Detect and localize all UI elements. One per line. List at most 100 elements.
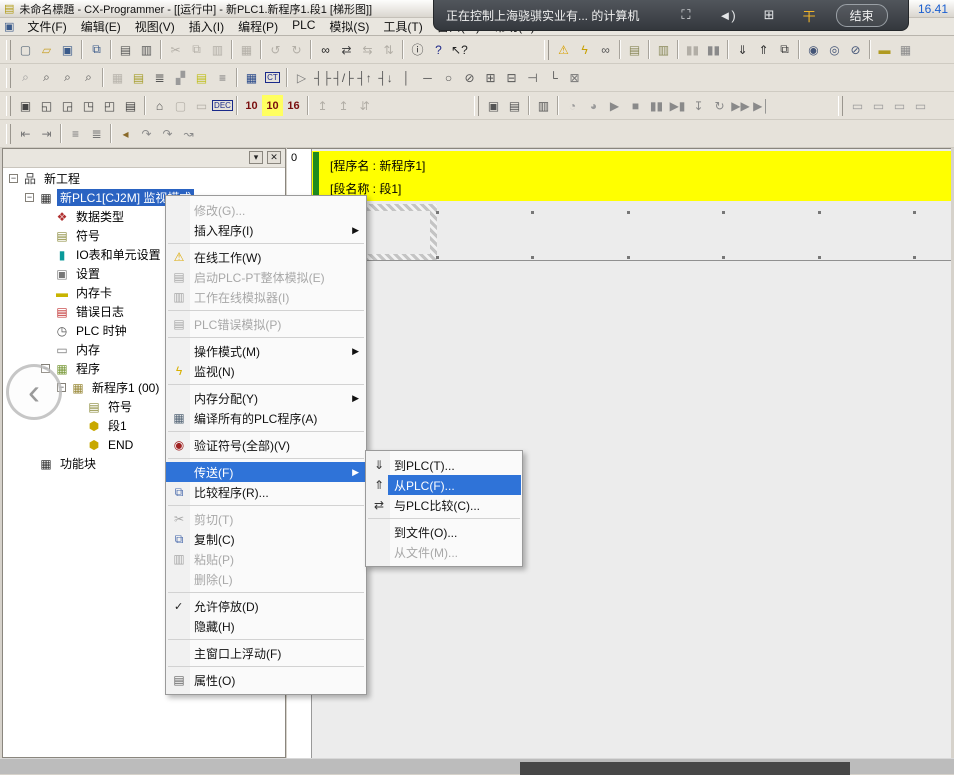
coil-button[interactable]: ○ (438, 67, 459, 88)
redo-button[interactable]: ↻ (286, 39, 307, 60)
monitor-signed-dec-10-button[interactable]: 10 (262, 95, 283, 116)
zoom-fit-button[interactable]: ⌕ (15, 67, 36, 88)
contact-or-no-button[interactable]: ┤↑ (354, 67, 375, 88)
sim-settings-button[interactable]: ▥ (533, 95, 554, 116)
menu-item-to-file[interactable]: 到文件(O)... (366, 522, 522, 542)
menu-item-verify-symbols-all[interactable]: ◉验证符号(全部)(V) (166, 435, 366, 455)
print-preview-button[interactable]: ▥ (136, 39, 157, 60)
toolbar-handle[interactable] (474, 96, 479, 116)
rung-wrap-button[interactable]: ≡ (65, 123, 86, 144)
watch-tab-button[interactable]: ▭ (191, 95, 212, 116)
context-help-button[interactable]: ↖? (449, 39, 470, 60)
grid-toggle-button[interactable]: ▦ (107, 67, 128, 88)
find-button[interactable]: ∞ (315, 39, 336, 60)
delete-line-button[interactable]: ⊠ (564, 67, 585, 88)
local-symbols-button[interactable]: ≣ (149, 67, 170, 88)
sim-pause-button[interactable]: ▮▮ (646, 95, 667, 116)
horizontal-line-button[interactable]: ─ (417, 67, 438, 88)
select-tool-button[interactable]: ▷ (291, 67, 312, 88)
win-button-1-button[interactable]: ▭ (847, 95, 868, 116)
monitor-hex-16-button[interactable]: 16 (283, 95, 304, 116)
cross-ref-window-button[interactable]: ◳ (78, 95, 99, 116)
paste-original-button[interactable]: ▦ (236, 39, 257, 60)
speaker-icon[interactable]: ◄) (718, 8, 735, 23)
line-corner-button[interactable]: └ (543, 67, 564, 88)
output-window-button[interactable]: ◲ (57, 95, 78, 116)
rung-summary-button[interactable]: ≣ (86, 123, 107, 144)
upload-from-plc-button[interactable]: ⇑ (753, 39, 774, 60)
change-all-button[interactable]: ⇄ (336, 39, 357, 60)
force-off-button[interactable]: ◎ (824, 39, 845, 60)
menu-view[interactable]: 视图(V) (128, 18, 182, 35)
set-value-up-2-button[interactable]: ↥ (333, 95, 354, 116)
sim-scan-run-button[interactable]: ▶│ (751, 95, 772, 116)
cross-reference-button[interactable]: ▞ (170, 67, 191, 88)
go-jump-2-button[interactable]: ↷ (157, 123, 178, 144)
force-on-button[interactable]: ◉ (803, 39, 824, 60)
new-button[interactable]: ▢ (15, 39, 36, 60)
instruction-box-button[interactable]: ⊞ (480, 67, 501, 88)
menu-item-monitor[interactable]: ϟ监视(N) (166, 361, 366, 381)
menu-item-memory-allocation[interactable]: 内存分配(Y)▶ (166, 388, 366, 408)
set-value-up-button[interactable]: ↥ (312, 95, 333, 116)
vertical-line-button[interactable]: │ (396, 67, 417, 88)
menu-file[interactable]: 文件(F) (20, 18, 73, 35)
tools-icon[interactable]: 干 (803, 6, 816, 25)
search-error-button[interactable]: ∞ (595, 39, 616, 60)
menu-insert[interactable]: 插入(I) (182, 18, 231, 35)
display-io-2-button[interactable]: ▦ (895, 39, 916, 60)
outdent-rung-button[interactable]: ⇥ (36, 123, 57, 144)
about-button[interactable]: ⓘ (407, 39, 428, 60)
monitor-view-button[interactable]: ▦ (241, 67, 262, 88)
address-change-button[interactable]: ⇅ (378, 39, 399, 60)
menu-programming[interactable]: 编程(P) (231, 18, 285, 35)
sim-run-button[interactable]: ▶ (604, 95, 625, 116)
work-online-button[interactable]: ⚠ (553, 39, 574, 60)
copy-button[interactable]: ⧉ (186, 39, 207, 60)
paste-button[interactable]: ▥ (207, 39, 228, 60)
properties-window-button[interactable]: ▤ (120, 95, 141, 116)
invert-tool-button[interactable]: ⊣ (522, 67, 543, 88)
sim-step-run-button[interactable]: ▶▮ (667, 95, 688, 116)
change-retentivity-button[interactable]: ⇆ (357, 39, 378, 60)
menu-item-copy[interactable]: ⧉复制(C) (166, 529, 366, 549)
address-ref-window-button[interactable]: ◰ (99, 95, 120, 116)
tree-item-project[interactable]: −品新工程 (3, 169, 285, 188)
menu-item-compare-program[interactable]: ⧉比较程序(R)... (166, 482, 366, 502)
tree-close-button[interactable]: ✕ (267, 151, 281, 164)
watch-sheet-button[interactable]: ⌂ (149, 95, 170, 116)
whiteboard-icon[interactable]: ⊞ (764, 7, 775, 23)
rung-comment-block[interactable]: [程序名 : 新程序1] [段名称 : 段1] (312, 151, 951, 201)
menu-item-compare-with-plc[interactable]: ⇄与PLC比较(C)... (366, 495, 522, 515)
menu-item-work-online[interactable]: ⚠在线工作(W) (166, 247, 366, 267)
rung-comment-list-button[interactable]: ≡ (212, 67, 233, 88)
display-io-button[interactable]: ▬ (874, 39, 895, 60)
menu-edit[interactable]: 编辑(E) (74, 18, 128, 35)
contact-no-button[interactable]: ┤├ (312, 67, 333, 88)
download-to-plc-button[interactable]: ⇓ (732, 39, 753, 60)
sim-network-2-button[interactable]: ▤ (504, 95, 525, 116)
menu-item-to-plc[interactable]: ⇓到PLC(T)... (366, 455, 522, 475)
zoom-out-button[interactable]: ⌕ (36, 67, 57, 88)
toolbar-handle[interactable] (6, 68, 11, 88)
end-session-button[interactable]: 结束 (836, 4, 888, 27)
compare-with-plc-button[interactable]: ⧉ (774, 39, 795, 60)
set-value-refresh-button[interactable]: ⇵ (354, 95, 375, 116)
watch-paste-button[interactable]: ▢ (170, 95, 191, 116)
menu-item-insert-program[interactable]: 插入程序(I)▶ (166, 220, 366, 240)
compare-programs-button[interactable]: ⧉ (86, 39, 107, 60)
go-previous-button[interactable]: ◂ (115, 123, 136, 144)
symbol-table-button[interactable]: ▤ (128, 67, 149, 88)
sim-step-in-button[interactable]: ↧ (688, 95, 709, 116)
toolbar-handle[interactable] (6, 96, 11, 116)
toolbar-handle[interactable] (6, 40, 11, 60)
open-button[interactable]: ▱ (36, 39, 57, 60)
menu-item-transfer[interactable]: 传送(F)▶ (166, 462, 366, 482)
undo-button[interactable]: ↺ (265, 39, 286, 60)
zoom-100-button[interactable]: ⌕ (57, 67, 78, 88)
menu-tools[interactable]: 工具(T) (376, 18, 429, 35)
toolbar-handle[interactable] (6, 124, 11, 144)
cut-button[interactable]: ✂ (165, 39, 186, 60)
sim-mode-a-button[interactable]: ◔ (562, 95, 583, 116)
win-button-2-button[interactable]: ▭ (868, 95, 889, 116)
